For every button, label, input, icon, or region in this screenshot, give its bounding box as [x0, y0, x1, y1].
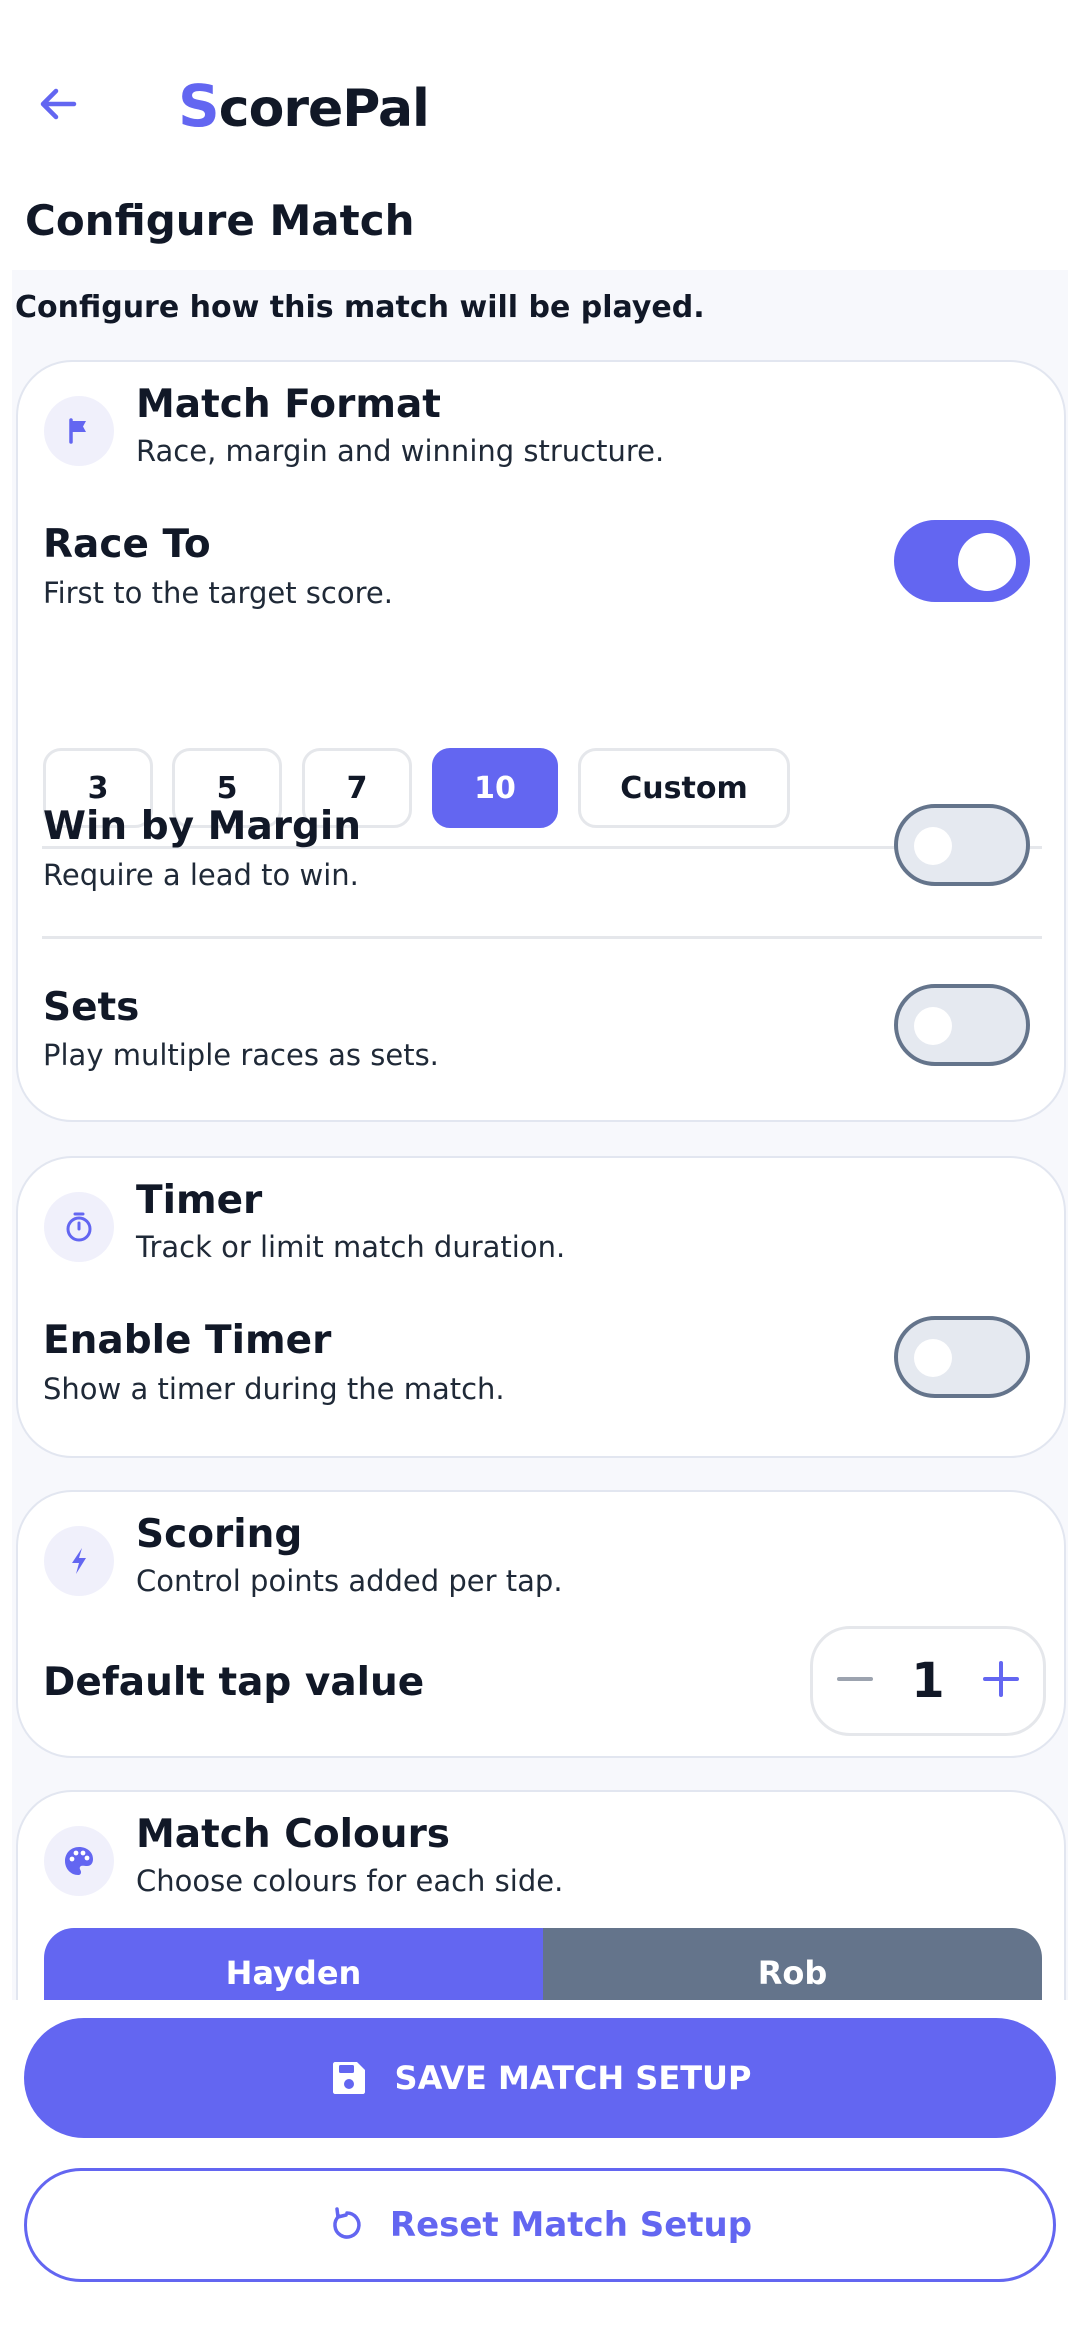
reset-match-setup-button[interactable]: Reset Match Setup [24, 2168, 1056, 2282]
card-title: Match Format [136, 382, 441, 427]
palette-icon [44, 1826, 114, 1896]
win-by-margin-title: Win by Margin [43, 804, 362, 849]
card-title: Match Colours [136, 1812, 451, 1857]
side-colour-hayden[interactable]: Hayden [44, 1928, 543, 2000]
arrow-left-icon [40, 88, 77, 120]
race-option-10[interactable]: 10 [432, 748, 558, 828]
toggle-knob [914, 827, 952, 865]
lightning-icon [44, 1526, 114, 1596]
divider [42, 936, 1042, 939]
card-subtitle: Track or limit match duration. [136, 1230, 566, 1264]
decrement-button[interactable] [835, 1659, 875, 1703]
save-label: SAVE MATCH SETUP [394, 2059, 752, 2097]
card-title: Scoring [136, 1512, 303, 1557]
back-button[interactable] [28, 74, 88, 134]
card-subtitle: Race, margin and winning structure. [136, 434, 665, 468]
side-colour-bar: Hayden Rob [44, 1928, 1042, 2000]
toggle-knob [914, 1339, 952, 1377]
race-option-custom[interactable]: Custom [578, 748, 790, 828]
flag-icon [44, 396, 114, 466]
toggle-knob [958, 533, 1016, 591]
card-subtitle: Choose colours for each side. [136, 1864, 564, 1898]
scoring-card: Scoring Control points added per tap. De… [16, 1490, 1066, 1758]
save-match-setup-button[interactable]: SAVE MATCH SETUP [24, 2018, 1056, 2138]
win-by-margin-toggle[interactable] [894, 804, 1030, 886]
card-title: Timer [136, 1178, 263, 1223]
win-by-margin-description: Require a lead to win. [43, 858, 359, 892]
settings-scroll-area[interactable]: Configure how this match will be played.… [12, 270, 1068, 2000]
minus-icon [837, 1677, 873, 1681]
app-logo: ScorePal [178, 72, 430, 140]
match-colours-card: Match Colours Choose colours for each si… [16, 1790, 1066, 2000]
app-header: ScorePal [0, 0, 1080, 200]
reset-label: Reset Match Setup [389, 2205, 753, 2245]
sets-description: Play multiple races as sets. [43, 1038, 439, 1072]
card-subtitle: Control points added per tap. [136, 1564, 563, 1598]
page-title: Configure Match [25, 196, 415, 245]
tap-value-stepper: 1 [810, 1626, 1046, 1736]
timer-card: Timer Track or limit match duration. Ena… [16, 1156, 1066, 1458]
plus-icon [983, 1661, 1019, 1697]
tap-value: 1 [911, 1653, 945, 1709]
sets-title: Sets [43, 985, 140, 1030]
sets-toggle[interactable] [894, 984, 1030, 1066]
reset-icon [333, 2207, 361, 2239]
enable-timer-description: Show a timer during the match. [43, 1372, 505, 1406]
match-format-card: Match Format Race, margin and winning st… [16, 360, 1066, 1122]
increment-button[interactable] [981, 1659, 1021, 1703]
enable-timer-title: Enable Timer [43, 1318, 332, 1363]
enable-timer-toggle[interactable] [894, 1316, 1030, 1398]
toggle-knob [914, 1007, 952, 1045]
race-to-description: First to the target score. [43, 576, 393, 610]
floppy-disk-icon [332, 2062, 365, 2094]
race-to-label: Race To [43, 522, 211, 567]
default-tap-label: Default tap value [43, 1660, 425, 1705]
stopwatch-icon [44, 1192, 114, 1262]
footer-actions: SAVE MATCH SETUP Reset Match Setup [0, 2000, 1080, 2340]
race-to-toggle[interactable] [894, 520, 1030, 602]
intro-text: Configure how this match will be played. [15, 290, 705, 325]
side-colour-rob[interactable]: Rob [543, 1928, 1042, 2000]
